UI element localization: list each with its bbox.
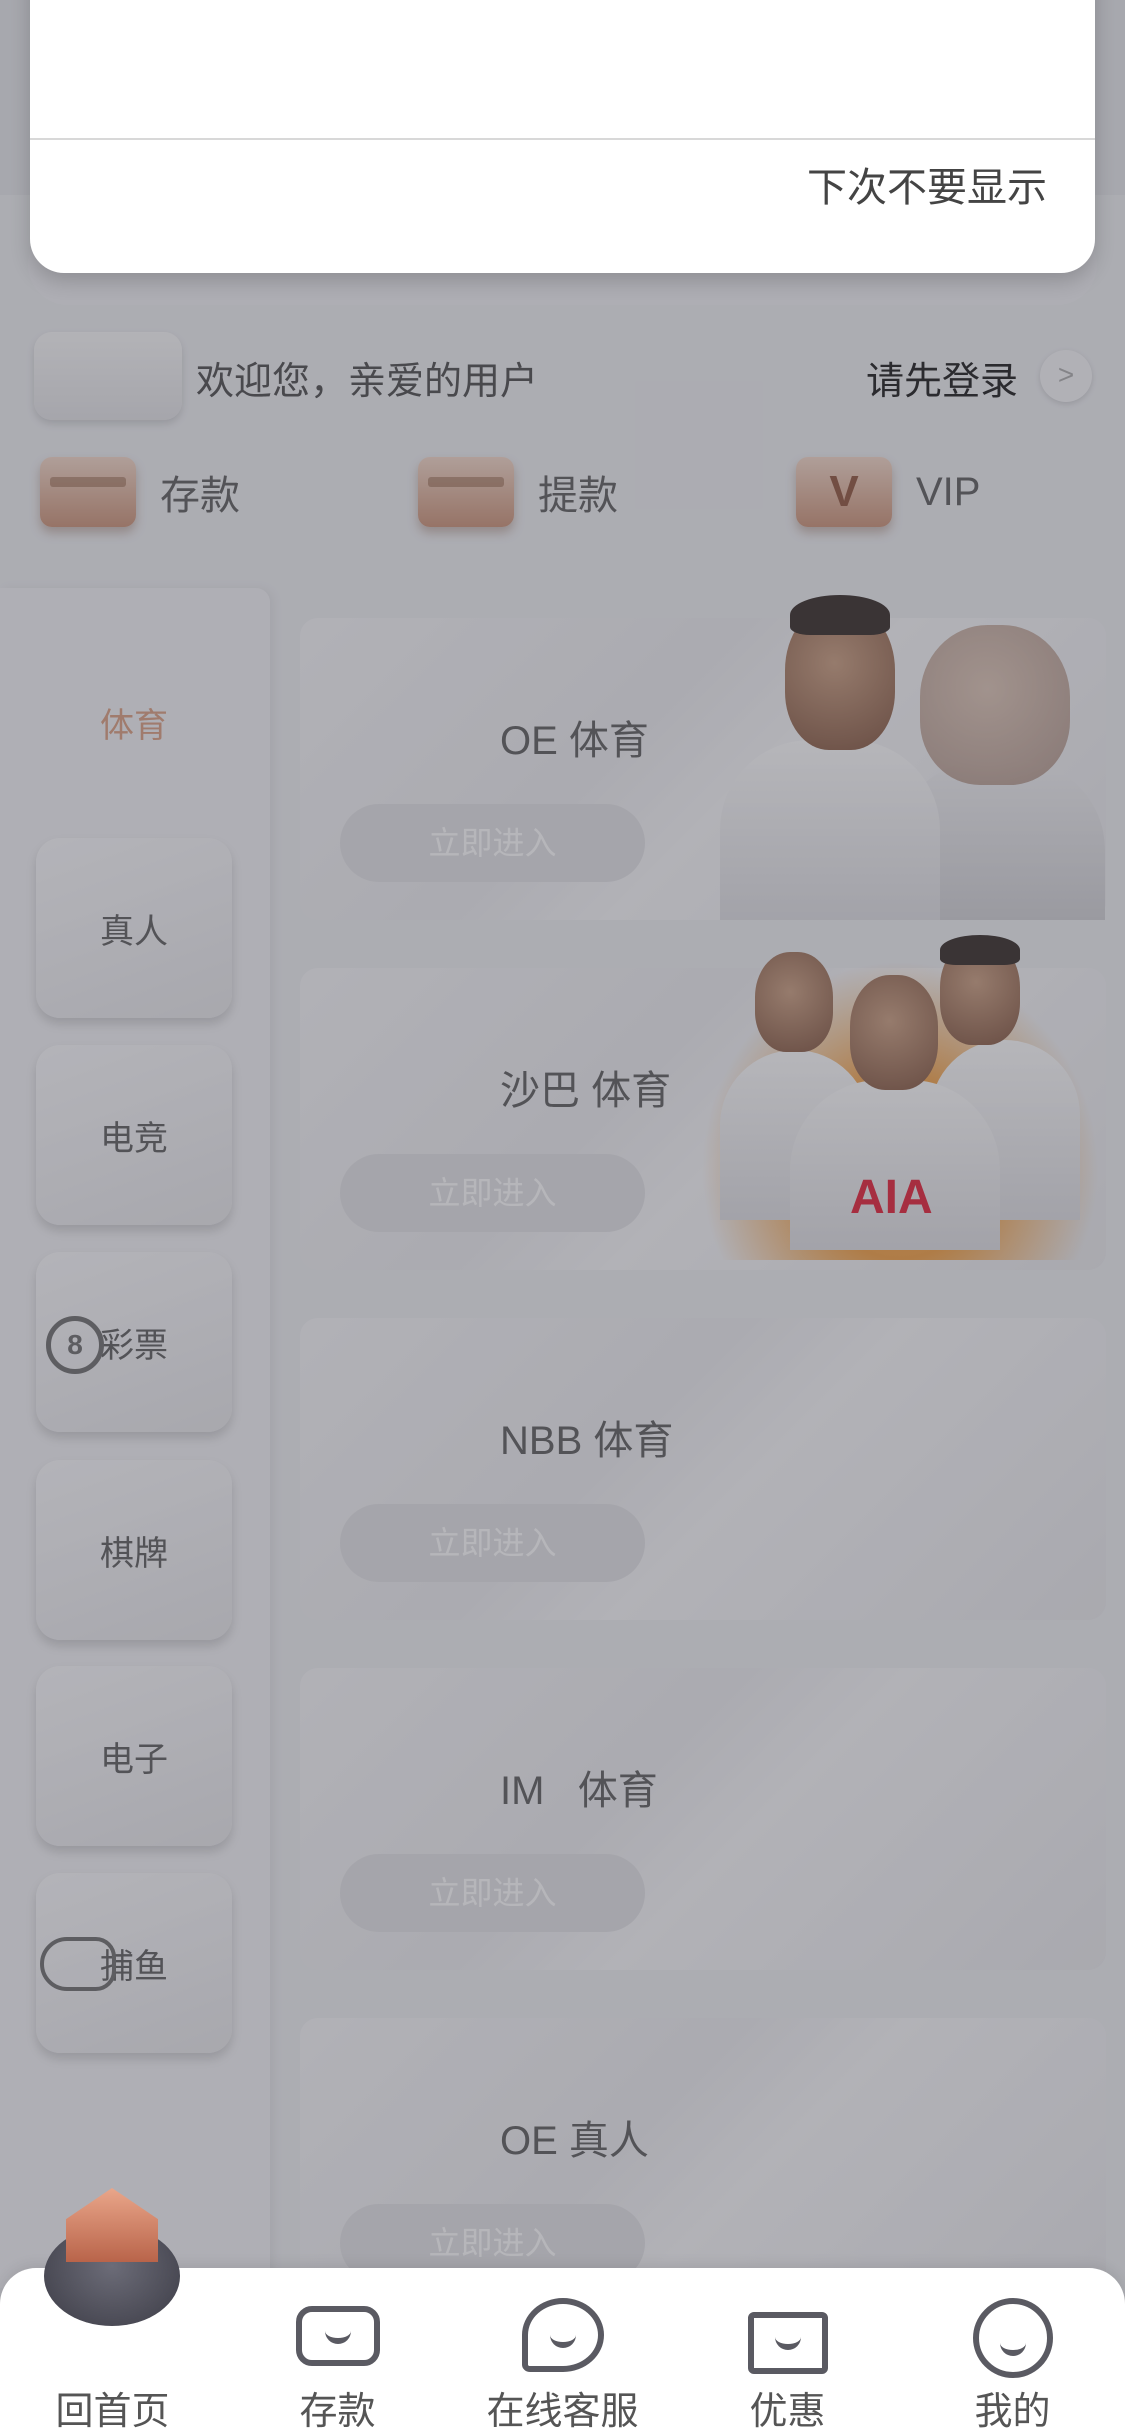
tab-deposit[interactable]: 存款 (225, 2268, 450, 2436)
tab-label: 在线客服 (486, 2391, 639, 2433)
chat-icon (521, 2298, 604, 2372)
popup-divider (30, 138, 1095, 140)
modal-overlay[interactable] (0, 0, 1125, 2436)
dont-show-again-button[interactable]: 下次不要显示 (807, 155, 1047, 213)
profile-icon (972, 2298, 1053, 2378)
tab-support[interactable]: 在线客服 (450, 2268, 675, 2436)
tab-profile[interactable]: 我的 (900, 2268, 1125, 2436)
gift-icon (747, 2312, 828, 2374)
tab-label: 回首页 (55, 2391, 170, 2433)
announcement-popup: 下次不要显示 (30, 0, 1095, 273)
tab-label: 优惠 (749, 2391, 826, 2433)
wallet-icon (295, 2306, 380, 2366)
tab-label: 存款 (299, 2391, 376, 2433)
tab-promotions[interactable]: 优惠 (675, 2268, 900, 2436)
tab-label: 我的 (974, 2391, 1051, 2433)
